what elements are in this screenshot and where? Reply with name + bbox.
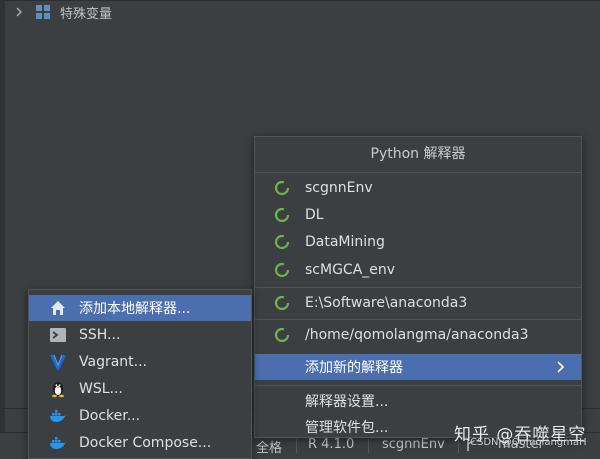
interpreter-item[interactable]: DataMining <box>255 229 581 255</box>
interpreter-path-label: /home/qomolangma/anaconda3 <box>305 327 529 343</box>
terminal-icon <box>49 326 67 344</box>
chevron-right-icon <box>555 360 565 374</box>
add-interpreter-submenu: 添加本地解释器... SSH... Vagrant... WSL... Dock… <box>28 289 252 459</box>
tree-node-special-variables[interactable]: 特殊变量 <box>14 1 112 23</box>
interpreter-item-label: DataMining <box>305 234 385 250</box>
submenu-item-label: 添加本地解释器... <box>79 301 191 317</box>
submenu-item-label: Vagrant... <box>79 354 148 370</box>
submenu-item-label: Docker Compose... <box>79 435 212 451</box>
interpreter-item-label: scgnnEnv <box>305 180 373 196</box>
docker-compose-icon <box>49 434 67 452</box>
add-new-interpreter-label: 添加新的解释器 <box>305 360 403 376</box>
submenu-item-label: WSL... <box>79 381 123 397</box>
status-separator <box>368 439 369 453</box>
variables-grid-icon <box>36 5 50 19</box>
vagrant-item[interactable]: Vagrant... <box>29 349 251 375</box>
status-separator <box>296 439 297 453</box>
submenu-item-label: SSH... <box>79 327 121 343</box>
ssh-item[interactable]: SSH... <box>29 322 251 348</box>
tree-node-label: 特殊变量 <box>60 6 113 22</box>
interpreter-item[interactable]: scgnnEnv <box>255 175 581 201</box>
interpreter-item-label: DL <box>305 207 324 223</box>
loading-spinner-icon <box>274 207 290 223</box>
interpreter-path-item[interactable]: /home/qomolangma/anaconda3 <box>255 322 581 348</box>
popup-separator <box>255 287 581 288</box>
popup-separator <box>255 319 581 320</box>
add-local-interpreter-item[interactable]: 添加本地解释器... <box>29 295 251 321</box>
interpreter-settings-item[interactable]: 解释器设置... <box>255 388 581 414</box>
chevron-right-icon[interactable] <box>14 7 24 17</box>
interpreter-settings-label: 解释器设置... <box>305 394 389 410</box>
csdn-watermark: CSDN @QomolangmaH <box>470 437 587 448</box>
wsl-item[interactable]: WSL... <box>29 376 251 402</box>
popup-separator <box>255 385 581 386</box>
interpreter-path-label: E:\Software\anaconda3 <box>305 295 468 311</box>
docker-whale-icon <box>49 407 67 425</box>
loading-spinner-icon <box>274 327 290 343</box>
linux-penguin-icon <box>49 380 67 398</box>
popup-title: Python 解释器 <box>255 137 581 173</box>
left-gutter <box>0 0 5 457</box>
interpreter-item[interactable]: scMGCA_env <box>255 257 581 283</box>
submenu-item-label: Docker... <box>79 408 141 424</box>
docker-compose-item[interactable]: Docker Compose... <box>29 430 251 456</box>
loading-spinner-icon <box>274 262 290 278</box>
python-interpreter-popup: Python 解释器 scgnnEnv DL DataMining scMGCA… <box>254 136 582 438</box>
add-new-interpreter-item[interactable]: 添加新的解释器 <box>255 354 581 380</box>
home-icon <box>49 299 67 317</box>
loading-spinner-icon <box>274 234 290 250</box>
interpreter-item[interactable]: DL <box>255 202 581 228</box>
manage-packages-label: 管理软件包... <box>305 420 389 436</box>
docker-item[interactable]: Docker... <box>29 403 251 429</box>
loading-spinner-icon <box>274 180 290 196</box>
interpreter-path-item[interactable]: E:\Software\anaconda3 <box>255 290 581 316</box>
loading-spinner-icon <box>274 295 290 311</box>
vagrant-icon <box>49 353 67 371</box>
interpreter-item-label: scMGCA_env <box>305 262 396 278</box>
